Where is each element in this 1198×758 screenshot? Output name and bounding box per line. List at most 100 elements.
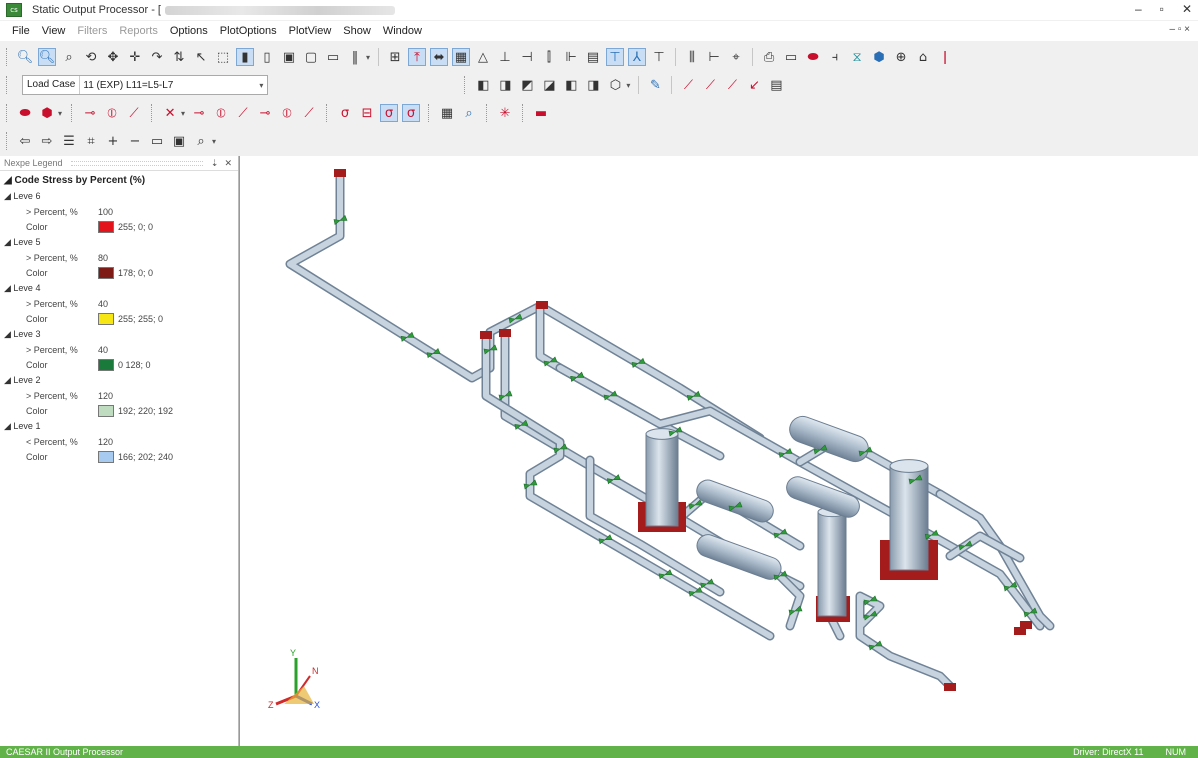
select-window-icon[interactable]: ⬚ <box>214 48 232 66</box>
reset-view-icon[interactable]: ⊣ <box>518 48 536 66</box>
legend-percent-value[interactable]: 40 <box>98 345 108 355</box>
grid-icon[interactable]: ▦ <box>438 104 456 122</box>
single-line-icon[interactable]: ‖ <box>346 48 364 66</box>
back-icon[interactable]: ⇦ <box>16 132 34 150</box>
legend-percent-value[interactable]: 120 <box>98 437 113 447</box>
animate-icon[interactable]: ⟋ <box>701 76 719 94</box>
stress-plot-icon[interactable]: σ <box>336 104 354 122</box>
force-vector-icon[interactable]: ⊸ <box>81 104 99 122</box>
hidden-icon[interactable]: ▭ <box>324 48 342 66</box>
toolbar-grip[interactable] <box>6 76 10 94</box>
equipment-icon[interactable]: ⊕ <box>892 48 910 66</box>
restraint-icon[interactable]: ⤒ <box>408 48 427 66</box>
pipe-end-icon[interactable]: ⊢ <box>705 48 723 66</box>
toolbar-grip[interactable] <box>151 104 155 122</box>
select-icon[interactable]: ↖ <box>192 48 210 66</box>
toolbar-grip[interactable] <box>428 104 432 122</box>
dropdown-arrow[interactable]: ▾ <box>212 137 216 146</box>
color-swatch[interactable] <box>98 266 114 279</box>
translation-icon[interactable]: ⊸ <box>190 104 208 122</box>
menu-options[interactable]: Options <box>170 25 208 37</box>
legend-level-header[interactable]: ◢ Leve 2 <box>0 372 238 388</box>
color-swatch[interactable] <box>98 450 114 463</box>
tee-icon[interactable]: ⊤ <box>606 48 625 66</box>
maximize-button[interactable]: ▫ <box>1160 2 1164 16</box>
model-viewport[interactable]: Y N Z X <box>239 156 1198 746</box>
legend-color-value[interactable]: 166; 202; 240 <box>98 450 173 463</box>
show-restraints-icon[interactable]: ⬬ <box>16 104 34 122</box>
valve-icon[interactable]: ⧖ <box>848 48 866 66</box>
max-stress-icon[interactable]: ✕ <box>161 104 179 122</box>
pump-icon[interactable]: ⬢ <box>870 48 888 66</box>
save-icon[interactable]: ▭ <box>148 132 166 150</box>
show-hangers-icon[interactable]: ⬢ <box>38 104 56 122</box>
menu-window[interactable]: Window <box>383 25 422 37</box>
translation-alt-icon[interactable]: ⊸ <box>256 104 274 122</box>
view-back-icon[interactable]: ◨ <box>496 76 514 94</box>
dropdown-arrow[interactable]: ▾ <box>626 81 630 90</box>
load-case-selector[interactable]: Load Case 11 (EXP) L11=L5-L7 ▾ <box>22 75 269 95</box>
legend-color-value[interactable]: 255; 255; 0 <box>98 312 163 325</box>
range-alt-icon[interactable]: ⟋ <box>300 104 318 122</box>
orbit-icon[interactable]: ⟲ <box>82 48 100 66</box>
view-right-icon[interactable]: ⊩ <box>562 48 580 66</box>
menu-view[interactable]: View <box>42 25 66 37</box>
iso-view-icon[interactable]: ⬡ <box>606 76 624 94</box>
color-swatch[interactable] <box>98 358 114 371</box>
branch-icon[interactable]: ⅄ <box>628 48 647 66</box>
overlay-icon[interactable]: ⟋ <box>723 76 741 94</box>
rotate-icon[interactable]: ↷ <box>148 48 166 66</box>
dropdown-arrow[interactable]: ▾ <box>181 109 185 118</box>
rotation-alt-icon[interactable]: ⦶ <box>278 104 296 122</box>
legend-level-header[interactable]: ◢ Leve 5 <box>0 234 238 250</box>
flip-icon[interactable]: ⇅ <box>170 48 188 66</box>
mdi-window-controls[interactable]: – ▫ × <box>1169 24 1190 35</box>
legend-level-header[interactable]: ◢ Leve 1 <box>0 418 238 434</box>
minimize-button[interactable]: – <box>1135 2 1142 16</box>
legend-percent-value[interactable]: 120 <box>98 391 113 401</box>
list-icon[interactable]: ☰ <box>60 132 78 150</box>
hatch-icon[interactable]: ▤ <box>584 48 602 66</box>
save-image-icon[interactable]: ▣ <box>170 132 188 150</box>
legend-color-value[interactable]: 0 128; 0 <box>98 358 151 371</box>
pin-icon[interactable]: ⇣ <box>211 158 219 169</box>
plus-icon[interactable]: + <box>104 132 122 150</box>
legend-level-header[interactable]: ◢ Leve 6 <box>0 188 238 204</box>
paint-icon[interactable]: ✎ <box>646 76 664 94</box>
view-bottom-icon[interactable]: ◪ <box>540 76 558 94</box>
anchor-icon[interactable]: ▦ <box>452 48 471 66</box>
view-left-icon[interactable]: ⫿ <box>540 48 558 66</box>
close-button[interactable]: ✕ <box>1182 2 1192 16</box>
report-icon[interactable]: ▤ <box>767 76 785 94</box>
zoom-extents-icon[interactable]: ⌕ <box>60 48 78 66</box>
horizontal-vessel[interactable] <box>694 477 777 525</box>
toolbar-grip[interactable] <box>464 76 468 94</box>
tee-alt-icon[interactable]: ⊤ <box>650 48 668 66</box>
hanger-icon[interactable]: ǀ <box>936 48 954 66</box>
find-icon[interactable]: ⌖ <box>727 48 745 66</box>
chevron-down-icon[interactable]: ▾ <box>255 81 267 90</box>
toolbar-grip[interactable] <box>6 48 10 66</box>
displacement-vector-icon[interactable]: ↙ <box>745 76 763 94</box>
legend-percent-value[interactable]: 80 <box>98 253 108 263</box>
zoom-fit-icon[interactable]: ⌕ <box>192 132 210 150</box>
menu-file[interactable]: File <box>12 25 30 37</box>
stress-percent-icon[interactable]: σ <box>402 104 421 122</box>
menu-show[interactable]: Show <box>343 25 371 37</box>
view-front-icon[interactable]: ◧ <box>474 76 492 94</box>
legend-icon[interactable]: ▬ <box>532 104 550 122</box>
color-swatch[interactable] <box>98 404 114 417</box>
spin-icon[interactable]: ✳ <box>496 104 514 122</box>
legend-color-value[interactable]: 178; 0; 0 <box>98 266 153 279</box>
toolbar-grip[interactable] <box>6 104 10 122</box>
move-icon[interactable]: ✛ <box>126 48 144 66</box>
force-icon[interactable]: △ <box>474 48 492 66</box>
horizontal-vessel[interactable] <box>694 532 784 583</box>
view-right-icon[interactable]: ◨ <box>584 76 602 94</box>
legend-percent-value[interactable]: 40 <box>98 299 108 309</box>
translucent-icon[interactable]: ▣ <box>280 48 298 66</box>
legend-color-value[interactable]: 255; 0; 0 <box>98 220 153 233</box>
toolbar-grip[interactable] <box>522 104 526 122</box>
view-top-icon[interactable]: ◩ <box>518 76 536 94</box>
print-icon[interactable]: ⎙ <box>760 48 778 66</box>
